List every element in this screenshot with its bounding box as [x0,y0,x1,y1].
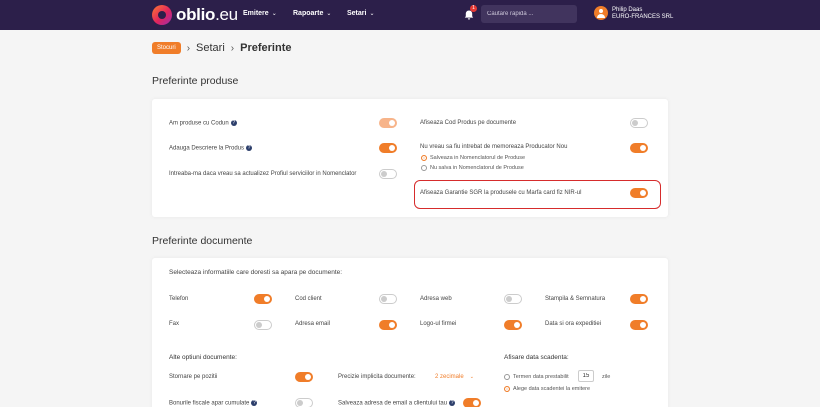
radio-label: Alege data scadentei la emitere [513,386,591,392]
toggle-am-produse[interactable] [379,118,397,128]
setting-label: Logo-ul firmei [420,321,457,327]
setting-label: Cod client [295,296,322,302]
other-options-title: Alte optiuni documente: [169,354,237,361]
setting-label: Salveaza adresa de email a clientului ta… [338,400,456,407]
setting-label: Adauga Descriere la Produs? [169,145,253,152]
documents-card: Selecteaza informatiile care doresti sa … [152,258,668,407]
setting-label: Stampila & Semnatura [545,296,606,302]
toggle-telefon[interactable] [254,294,272,304]
setting-label: Afiseaza Cod Produs pe documente [420,120,517,126]
toggle-producator-nou[interactable] [630,143,648,153]
help-icon[interactable]: ? [251,400,258,406]
notification-badge: 1 [470,5,477,12]
toggle-bonuri-cumulate[interactable] [295,398,313,407]
scadenta-title: Afisare data scadenta: [504,354,569,361]
products-section-title: Preferinte produse [152,75,239,87]
toggle-afiseaza-cod-produs[interactable] [630,118,648,128]
breadcrumb-separator: › [230,42,235,54]
toggle-garantie-sgr[interactable] [630,188,648,198]
documents-section-title: Preferinte documente [152,235,253,247]
setting-label: Intreaba-ma daca vreau sa actualizez Pro… [169,171,357,177]
radio-label: Salveaza in Nomenclatorul de Produse [430,155,526,161]
zile-label: zile [602,374,611,380]
breadcrumb-separator: › [186,42,191,54]
help-icon[interactable]: ? [230,120,237,126]
top-navbar: oblio.eu Emitere⌄ Rapoarte⌄ Setari⌄ 1 Ph… [0,0,820,30]
radio-nu-salva-nomenclator[interactable] [421,165,427,171]
toggle-fax[interactable] [254,320,272,330]
setting-label: Nu vreau sa fiu intrebat de memoreaza Pr… [420,144,568,150]
toggle-data-ora-expeditiei[interactable] [630,320,648,330]
toggle-stampila-semnatura[interactable] [630,294,648,304]
breadcrumb-stocuri-tag[interactable]: Stocuri [152,42,181,54]
setting-label: Adresa email [295,321,331,327]
help-icon[interactable]: ? [246,145,253,151]
documents-intro: Selecteaza informatiile care doresti sa … [169,269,343,276]
toggle-adresa-web[interactable] [504,294,522,304]
nav-rapoarte[interactable]: Rapoarte ⌄ [293,10,331,17]
setting-label: Afiseaza Garantie SGR la produsele cu Ma… [420,190,582,196]
setting-label: Adresa web [420,296,452,302]
user-name: Philip Daas [612,7,643,13]
chevron-down-icon: ⌄ [469,374,474,380]
setting-label: Am produse cu Codun? [169,120,237,127]
toggle-actualizeaza-profil[interactable] [379,169,397,179]
toggle-salveaza-email[interactable] [463,398,481,407]
search-input[interactable] [481,5,577,23]
setting-label: Stornare pe pozitii [169,374,218,380]
radio-salveaza-nomenclator[interactable] [421,155,427,161]
setting-label: Data si ora expeditiei [545,321,602,327]
toggle-adauga-descriere[interactable] [379,143,397,153]
radio-termen-prestabilit[interactable] [504,374,510,380]
precizie-select[interactable]: 2 zecimale ⌄ [435,374,474,380]
toggle-cod-client[interactable] [379,294,397,304]
setting-label: Bonurile fiscale apar cumulate? [169,400,258,407]
oblio-logo-icon [152,5,172,25]
oblio-logo[interactable]: oblio.eu [152,5,238,25]
chevron-down-icon: ⌄ [369,11,375,17]
breadcrumb-setari[interactable]: Setari [196,42,225,54]
nav-emitere[interactable]: Emitere ⌄ [243,10,277,17]
breadcrumb-preferinte: Preferinte [240,42,292,54]
radio-alege-data-scadenta[interactable] [504,386,510,392]
chevron-down-icon: ⌄ [271,11,277,17]
setting-label: Precizie implicita documente: [338,374,416,380]
notifications-button[interactable]: 1 [463,5,477,20]
toggle-stornare-pozitii[interactable] [295,372,313,382]
radio-label: Nu salva in Nomenclatorul de Produse [430,165,524,171]
setting-label: Telefon [169,296,189,302]
termen-zile-input[interactable] [578,370,594,382]
toggle-adresa-email[interactable] [379,320,397,330]
user-company: EURO-FRANCES SRL [612,14,674,20]
setting-label: Fax [169,321,180,327]
help-icon[interactable]: ? [449,400,456,406]
radio-label: Termen data prestabilit [513,374,569,380]
logo-text: oblio.eu [176,5,238,24]
breadcrumb: Stocuri › Setari › Preferinte [152,42,291,54]
nav-setari[interactable]: Setari ⌄ [347,10,375,17]
products-card: Am produse cu Codun? Adauga Descriere la… [152,99,668,217]
user-avatar[interactable] [594,6,608,20]
chevron-down-icon: ⌄ [326,11,332,17]
user-menu[interactable]: Philip Daas EURO-FRANCES SRL [612,7,673,21]
toggle-logo-firmei[interactable] [504,320,522,330]
